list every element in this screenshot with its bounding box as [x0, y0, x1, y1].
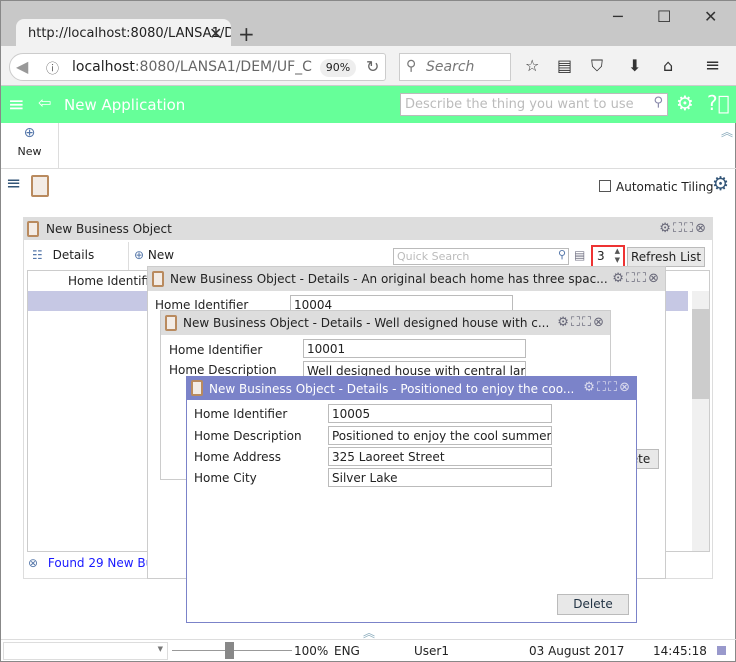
pocket-icon[interactable]: ⛉: [591, 56, 603, 76]
field-label: Home Address: [194, 450, 282, 464]
document-icon: [27, 221, 39, 237]
details-button[interactable]: ☷ Details: [32, 248, 94, 262]
field-label: Home Description: [194, 429, 302, 443]
home-description-input[interactable]: Positioned to enjoy the cool summer b: [328, 426, 552, 445]
chevron-down-icon: ▼: [157, 645, 163, 653]
document-icon: [152, 271, 164, 287]
window-title: New Business Object - Details - Well des…: [183, 316, 550, 330]
close-window-icon[interactable]: ✕: [704, 7, 717, 26]
bookmark-star-icon[interactable]: ☆: [525, 56, 539, 75]
quick-search-input[interactable]: Quick Search ⚲: [393, 248, 569, 265]
delete-button[interactable]: Delete: [557, 594, 629, 615]
back-arrow-icon[interactable]: ⇦: [38, 93, 51, 112]
field-label: Home Identifier: [169, 343, 263, 357]
help-icon[interactable]: ?⃝: [707, 91, 730, 115]
auto-tiling-checkbox[interactable]: [599, 180, 611, 192]
new-tab-icon[interactable]: +: [238, 22, 255, 46]
panel-title: New Business Object: [46, 222, 172, 236]
zoom-level: 100%: [294, 644, 329, 658]
app-header: ≡ ⇦ New Application Describe the thing y…: [1, 86, 736, 123]
page-size-icon: ▤: [574, 248, 586, 262]
home-identifier-input[interactable]: 10005: [328, 404, 552, 423]
quick-search-placeholder: Quick Search: [397, 250, 470, 263]
home-icon[interactable]: ⌂: [663, 56, 673, 75]
time: 14:45:18: [653, 644, 707, 658]
url-bar[interactable]: localhost:8080/LANSA1/DEM/UF_C 90% ◀ ⓘ ↻: [9, 53, 386, 81]
field-label: Home Description: [169, 363, 277, 377]
browser-search[interactable]: ⚲ Search: [399, 53, 511, 81]
search-icon[interactable]: ⚲: [558, 249, 566, 261]
hamburger-icon[interactable]: ≡: [8, 92, 25, 116]
clear-icon[interactable]: ⊗: [28, 556, 38, 570]
user: User1: [414, 644, 449, 658]
home-city-input[interactable]: Silver Lake: [328, 468, 552, 487]
app-title: New Application: [64, 96, 186, 114]
back-icon[interactable]: ◀: [16, 57, 28, 76]
field-label: Home Identifier: [194, 407, 288, 421]
field-label: Home City: [194, 471, 257, 485]
download-icon[interactable]: ⬇: [628, 56, 641, 75]
window-title-bar[interactable]: New Business Object - Details - An origi…: [148, 267, 665, 291]
search-icon: ⚲: [406, 58, 417, 74]
ribbon-new-button[interactable]: ⊕ New: [1, 123, 59, 168]
home-identifier-input[interactable]: 10001: [303, 339, 526, 358]
window-controls-icon[interactable]: ⚙⛶⛶⊗: [612, 271, 661, 286]
page-size-stepper[interactable]: 3 ▲ ▼: [591, 245, 625, 268]
date: 03 August 2017: [529, 644, 625, 658]
gear-icon[interactable]: ⚙: [676, 91, 694, 115]
plus-circle-icon: ⊕: [134, 248, 145, 262]
url-host: localhost: [72, 59, 135, 75]
document-icon: [165, 315, 177, 331]
info-icon[interactable]: ⓘ: [46, 58, 59, 77]
status-bar: ▼ 100% ENG User1 03 August 2017 14:45:18: [1, 639, 736, 662]
language: ENG: [334, 644, 360, 658]
url-path: :8080/LANSA1/DEM/UF_C: [134, 59, 312, 75]
list-icon[interactable]: ≡: [6, 173, 21, 194]
search-placeholder: Search: [426, 59, 475, 75]
window-controls-icon[interactable]: ⚙⛶⛶⊗: [557, 315, 606, 330]
ribbon: ⊕ New ︽: [1, 123, 736, 169]
refresh-list-button[interactable]: Refresh List: [627, 247, 705, 267]
collapse-up-icon[interactable]: ︽: [721, 123, 733, 140]
home-address-input[interactable]: 325 Laoreet Street: [328, 447, 552, 466]
new-label: New: [147, 248, 175, 262]
zoom-slider-handle[interactable]: [225, 642, 234, 659]
tab-title: http://localhost:8080/LANSA1/D: [28, 26, 231, 41]
zoom-badge[interactable]: 90%: [320, 59, 356, 77]
gear-icon[interactable]: ⚙: [712, 173, 729, 195]
auto-tiling-label: Automatic Tiling: [616, 180, 714, 194]
document-icon: [191, 380, 203, 396]
page-size-value: 3: [597, 249, 605, 263]
browser-tab[interactable]: http://localhost:8080/LANSA1/D: [16, 19, 231, 47]
ribbon-new-label: New: [17, 145, 42, 158]
details-label: Details: [52, 248, 95, 262]
reload-icon[interactable]: ↻: [366, 57, 379, 76]
search-icon[interactable]: ⚲: [653, 95, 663, 110]
window-title: New Business Object - Details - An origi…: [170, 272, 608, 286]
nav-bar: localhost:8080/LANSA1/DEM/UF_C 90% ◀ ⓘ ↻…: [1, 46, 736, 86]
minimize-icon[interactable]: ─: [613, 7, 623, 26]
plus-circle-icon: ⊕: [23, 125, 36, 141]
details-window-3[interactable]: New Business Object - Details - Position…: [186, 376, 637, 623]
details-icon: ☷: [32, 248, 43, 262]
scrollbar[interactable]: [692, 291, 709, 551]
app-search-placeholder: Describe the thing you want to use: [405, 97, 634, 112]
panel-title-bar: New Business Object ⚙⛶⛶⊗: [24, 218, 712, 240]
browser-tab-bar: http://localhost:8080/LANSA1/D ✕ + ─ ☐ ✕: [1, 1, 736, 47]
new-button[interactable]: ⊕ New: [134, 248, 174, 262]
maximize-icon[interactable]: ☐: [657, 7, 671, 26]
window-title-bar[interactable]: New Business Object - Details - Position…: [187, 377, 636, 400]
app-search-input[interactable]: Describe the thing you want to use ⚲: [400, 93, 668, 116]
window-title-bar[interactable]: New Business Object - Details - Well des…: [161, 311, 610, 335]
window-title: New Business Object - Details - Position…: [209, 382, 575, 396]
status-indicator: [717, 646, 726, 655]
close-tab-icon[interactable]: ✕: [209, 24, 222, 43]
document-icon[interactable]: [31, 175, 49, 197]
window-controls-icon[interactable]: ⚙⛶⛶⊗: [583, 380, 632, 395]
window-controls-icon[interactable]: ⚙⛶⛶⊗: [659, 221, 708, 236]
status-dropdown[interactable]: ▼: [3, 642, 168, 660]
reading-list-icon[interactable]: ▤: [557, 56, 572, 75]
menu-icon[interactable]: ≡: [705, 55, 720, 76]
